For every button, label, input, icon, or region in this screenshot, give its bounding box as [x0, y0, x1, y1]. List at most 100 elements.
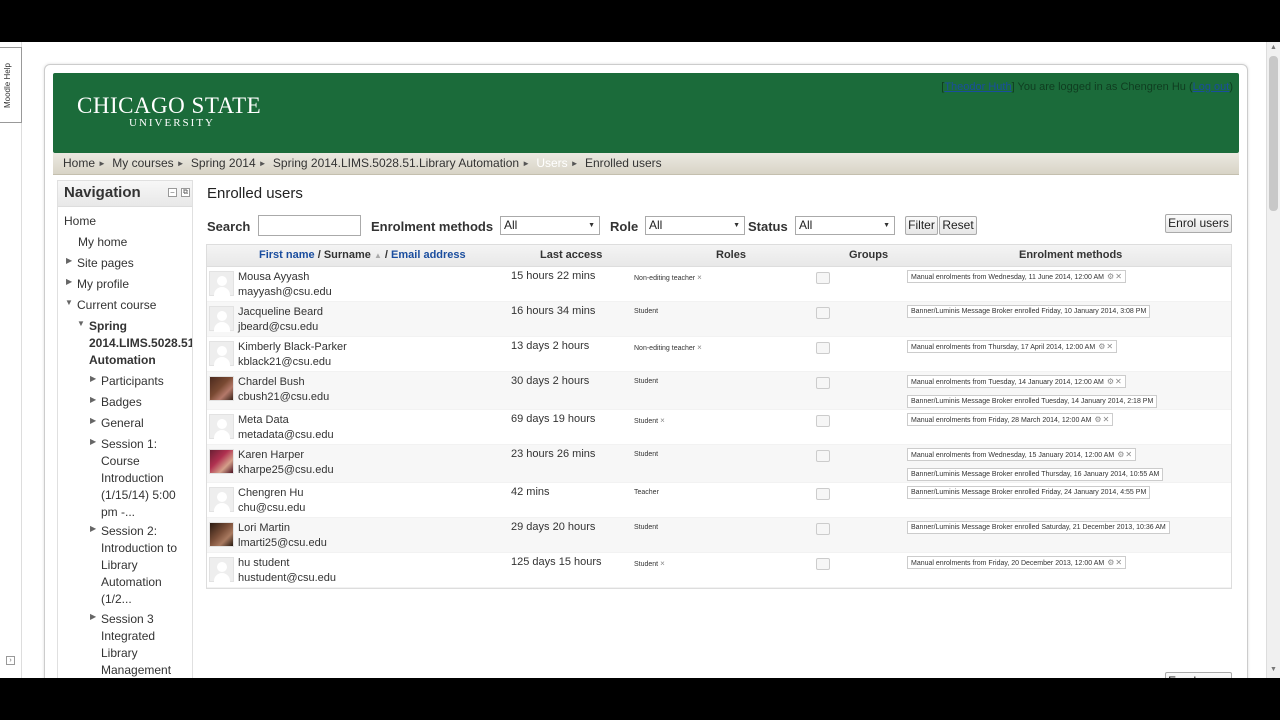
nav-course-line2[interactable]: 2014.LIMS.5028.51. [89, 336, 192, 350]
scroll-up-icon[interactable]: ▲ [1270, 44, 1277, 51]
breadcrumb-home[interactable]: Home [63, 156, 95, 170]
remove-role-icon[interactable]: × [660, 559, 665, 568]
unenrol-icon[interactable]: ✕ [1115, 272, 1122, 281]
nav-session2-line[interactable]: Automation [101, 575, 162, 589]
nav-session1-line[interactable]: Introduction [101, 471, 164, 485]
user-avatar[interactable] [209, 376, 234, 401]
nav-current-course[interactable]: Current course [77, 298, 156, 312]
breadcrumb-spring-2014[interactable]: Spring 2014 [191, 156, 256, 170]
edit-enrolment-icon[interactable]: ⚙ [1117, 450, 1124, 459]
nav-session3-line[interactable]: Management [101, 663, 171, 677]
last-access-header[interactable]: Last access [540, 249, 602, 261]
nav-session2-line[interactable]: Library [101, 558, 138, 572]
remove-role-icon[interactable]: × [697, 343, 702, 352]
user-name[interactable]: Mousa Ayyash [238, 271, 309, 283]
expand-icon[interactable]: ▶ [90, 395, 96, 404]
expand-icon[interactable]: ▶ [90, 416, 96, 425]
edit-enrolment-icon[interactable]: ⚙ [1107, 272, 1114, 281]
sort-surname-link[interactable]: Surname [324, 249, 371, 261]
role-select[interactable]: All ▼ [645, 216, 745, 235]
user-name[interactable]: Kimberly Black-Parker [238, 341, 347, 353]
user-avatar[interactable] [209, 414, 234, 440]
user-name[interactable]: Chardel Bush [238, 376, 305, 388]
search-input[interactable] [258, 215, 361, 236]
nav-session2-line[interactable]: Introduction to [101, 541, 177, 555]
dock-block-icon[interactable]: ⧉ [181, 188, 190, 197]
expand-icon[interactable]: ▶ [90, 374, 96, 383]
enrolment-methods-select[interactable]: All ▼ [500, 216, 600, 235]
nav-course-line3[interactable]: Automation [89, 353, 156, 367]
user-avatar[interactable] [209, 522, 234, 547]
enrol-users-button-top[interactable]: Enrol users [1165, 214, 1232, 233]
unenrol-icon[interactable]: ✕ [1103, 415, 1110, 424]
nav-my-home[interactable]: My home [78, 235, 127, 249]
expand-icon[interactable]: ▶ [66, 256, 72, 265]
remove-role-icon[interactable]: × [697, 273, 702, 282]
nav-session1-line[interactable]: Course [101, 454, 140, 468]
scroll-down-icon[interactable]: ▼ [1270, 666, 1277, 673]
add-group-icon[interactable] [816, 377, 830, 389]
nav-general[interactable]: General [101, 416, 144, 430]
unenrol-icon[interactable]: ✕ [1125, 450, 1132, 459]
nav-session1-line[interactable]: (1/15/14) 5:00 [101, 488, 176, 502]
nav-badges[interactable]: Badges [101, 395, 142, 409]
nav-session2-line[interactable]: (1/2... [101, 592, 132, 606]
nav-session1-line[interactable]: pm -... [101, 505, 135, 519]
add-group-icon[interactable] [816, 450, 830, 462]
nav-home[interactable]: Home [64, 214, 96, 228]
expand-icon[interactable]: ▶ [90, 612, 96, 621]
scroll-thumb[interactable] [1269, 56, 1278, 211]
user-name[interactable]: hu student [238, 557, 289, 569]
breadcrumb-my-courses[interactable]: My courses [112, 156, 173, 170]
logout-link[interactable]: Log out [1193, 81, 1230, 93]
user-name[interactable]: Meta Data [238, 414, 289, 426]
user-avatar[interactable] [209, 487, 234, 513]
moodle-help-tab[interactable]: Moodle Help [0, 47, 22, 123]
expand-icon[interactable]: ▶ [90, 437, 96, 446]
university-logo[interactable]: CHICAGO STATE UNIVERSITY [77, 93, 261, 129]
add-group-icon[interactable] [816, 272, 830, 284]
breadcrumb-course[interactable]: Spring 2014.LIMS.5028.51.Library Automat… [273, 156, 519, 170]
add-group-icon[interactable] [816, 342, 830, 354]
nav-participants[interactable]: Participants [101, 374, 164, 388]
user-avatar[interactable] [209, 557, 234, 583]
nav-session1-line[interactable]: Session 1: [101, 437, 157, 451]
collapse-block-icon[interactable]: – [168, 188, 177, 197]
add-group-icon[interactable] [816, 307, 830, 319]
user-name[interactable]: Lori Martin [238, 522, 290, 534]
add-group-icon[interactable] [816, 523, 830, 535]
sort-email-link[interactable]: Email address [391, 249, 466, 261]
user-name[interactable]: Chengren Hu [238, 487, 303, 499]
user-name[interactable]: Karen Harper [238, 449, 304, 461]
filter-button[interactable]: Filter [905, 216, 938, 235]
vertical-scrollbar[interactable]: ▲ ▼ [1266, 42, 1280, 678]
sort-firstname-link[interactable]: First name [259, 249, 315, 261]
switch-role-link[interactable]: Theodor Huth [944, 81, 1011, 93]
nav-site-pages[interactable]: Site pages [77, 256, 134, 270]
add-group-icon[interactable] [816, 415, 830, 427]
add-group-icon[interactable] [816, 488, 830, 500]
edit-enrolment-icon[interactable]: ⚙ [1107, 558, 1114, 567]
nav-session3-line[interactable]: Library [101, 646, 138, 660]
user-avatar[interactable] [209, 341, 234, 367]
edit-enrolment-icon[interactable]: ⚙ [1094, 415, 1101, 424]
breadcrumb-users[interactable]: Users [536, 156, 567, 170]
nav-my-profile[interactable]: My profile [77, 277, 129, 291]
unenrol-icon[interactable]: ✕ [1115, 377, 1122, 386]
remove-role-icon[interactable]: × [660, 416, 665, 425]
expand-icon[interactable]: ▶ [90, 524, 96, 533]
user-avatar[interactable] [209, 271, 234, 297]
user-avatar[interactable] [209, 449, 234, 474]
user-avatar[interactable] [209, 306, 234, 332]
edit-enrolment-icon[interactable]: ⚙ [1098, 342, 1105, 351]
edit-enrolment-icon[interactable]: ⚙ [1107, 377, 1114, 386]
nav-session3-line[interactable]: Integrated [101, 629, 155, 643]
expand-icon[interactable]: ▶ [66, 277, 72, 286]
collapse-icon[interactable]: ▼ [77, 319, 85, 328]
add-group-icon[interactable] [816, 558, 830, 570]
nav-session2-line[interactable]: Session 2: [101, 524, 157, 538]
user-name[interactable]: Jacqueline Beard [238, 306, 323, 318]
status-select[interactable]: All ▼ [795, 216, 895, 235]
unenrol-icon[interactable]: ✕ [1115, 558, 1122, 567]
dock-toggle-icon[interactable]: › [6, 656, 15, 665]
